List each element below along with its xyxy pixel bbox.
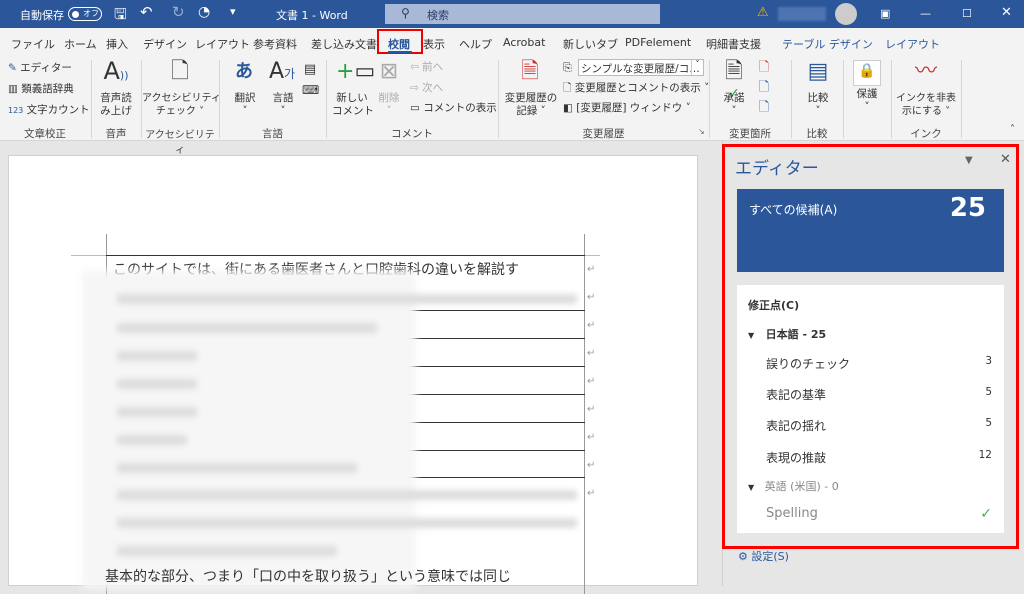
tab-file[interactable]: ファイル: [11, 36, 55, 52]
document-title: 文書 1 - Word: [276, 9, 348, 22]
track-changes-icon: 🗎: [521, 59, 539, 84]
reviewing-pane-button[interactable]: ◧ [変更履歴] ウィンドウ ˅: [563, 102, 691, 115]
next-comment-button[interactable]: ⇨ 次へ: [410, 82, 443, 95]
protect-button[interactable]: 保護 ˅: [850, 88, 884, 114]
group-label-speech: 音声: [105, 128, 127, 140]
tab-mailings[interactable]: 差し込み文書: [311, 36, 377, 52]
group-label-language: 言語: [262, 128, 283, 140]
group-label-comments: コメント: [391, 128, 433, 140]
group-label-ink: インク: [910, 128, 942, 140]
delete-comment-icon: ⊠: [379, 59, 399, 84]
read-aloud-icon: A)): [103, 57, 129, 85]
warning-icon[interactable]: ⚠: [757, 5, 769, 20]
settings-link[interactable]: ⚙ 設定(S): [738, 548, 789, 564]
chevron-down-icon: ˅: [691, 60, 703, 75]
search-placeholder: 検索: [427, 9, 449, 22]
translate-icon: あ: [235, 61, 253, 82]
thesaurus-button[interactable]: ▥ 類義語辞典: [8, 83, 74, 96]
protect-icon: 🔒: [853, 60, 881, 86]
editor-icon: ✎: [8, 62, 17, 74]
editor-button[interactable]: ✎ エディター: [8, 62, 72, 75]
word-count-button[interactable]: 123 文字カウント: [8, 104, 90, 117]
reject-icon[interactable]: 🗋: [756, 58, 772, 78]
accessibility-check-icon: 🗋: [171, 59, 189, 84]
avatar[interactable]: [835, 3, 857, 25]
dialog-launcher-icon[interactable]: ↘: [698, 127, 705, 136]
tab-specification[interactable]: 明細書支援: [706, 36, 761, 52]
book-icon: ▥: [8, 83, 18, 95]
ribbon: ✎ エディター ▥ 類義語辞典 123 文字カウント 文章校正 A)) 音声読み…: [0, 56, 1024, 156]
close-icon[interactable]: ✕: [1001, 5, 1012, 20]
search-box[interactable]: ⚲ 検索: [385, 4, 660, 24]
group-label-tracking: 変更履歴: [582, 128, 625, 140]
read-aloud-button[interactable]: 音声読 み上げ: [94, 92, 138, 118]
customize-qat-icon[interactable]: ▾: [230, 5, 236, 18]
minimize-icon[interactable]: —: [920, 7, 931, 20]
comment-icon: ▭: [410, 102, 420, 114]
tab-table-layout[interactable]: レイアウト: [885, 36, 940, 52]
tab-view[interactable]: 表示: [423, 36, 445, 52]
palette-icon[interactable]: ◔: [198, 4, 210, 20]
tab-design[interactable]: デザイン: [143, 36, 187, 52]
autosave-toggle[interactable]: オフ: [68, 7, 102, 21]
highlight-box: [722, 144, 1019, 549]
tab-help[interactable]: ヘルプ: [459, 36, 492, 52]
hide-ink-icon: 〰: [914, 59, 937, 84]
group-label-compare: 比較: [806, 128, 828, 140]
maximize-icon[interactable]: ☐: [962, 7, 972, 20]
ribbon-display-icon[interactable]: ▣: [880, 7, 890, 20]
markup-select[interactable]: シンプルな変更履歴/コ… ˅: [578, 59, 704, 76]
title-bar: 自動保存 オフ 🖫 ↶ ↻ ◔ ▾ 文書 1 - Word ⚲ 検索 ⚠ ▣ — …: [0, 0, 1024, 28]
account-name-blurred: [778, 7, 826, 21]
group-label-accessibility: アクセシビリティ: [145, 130, 215, 156]
keyboard-icon[interactable]: ⌨: [302, 80, 319, 100]
tab-pdfelement[interactable]: PDFelement: [625, 36, 691, 49]
redo-icon[interactable]: ↻: [172, 3, 185, 21]
previous-change-icon[interactable]: 🗋: [756, 78, 772, 98]
delete-comment-button[interactable]: 削除 ˅: [374, 92, 404, 118]
document-check-icon[interactable]: ▤: [302, 60, 318, 80]
autosave-label: 自動保存: [20, 9, 64, 22]
document-page[interactable]: このサイトでは、街にある歯医者さんと口腔歯科の違いを解説す 基本的な部分、つまり…: [8, 155, 698, 594]
translate-button[interactable]: 翻訳 ˅: [228, 92, 262, 118]
accessibility-check-button[interactable]: アクセシビリティ チェック ˅: [142, 92, 221, 118]
tab-acrobat[interactable]: Acrobat: [503, 36, 545, 49]
word-count-icon: 123: [8, 106, 24, 115]
language-button[interactable]: 言語 ˅: [266, 92, 300, 118]
vertical-scrollbar[interactable]: [700, 141, 720, 586]
show-comments-button[interactable]: ▭ コメントの表示: [410, 102, 497, 115]
document-last-line: 基本的な部分、つまり「口の中を取り扱う」という意味では同じ: [105, 569, 511, 585]
track-changes-button[interactable]: 変更履歴の 記録 ˅: [502, 92, 560, 118]
markup-icon: ⎘: [563, 61, 572, 74]
hide-ink-button[interactable]: インクを非表 示にする ˅: [894, 92, 958, 118]
selected-tab-underline: [388, 51, 412, 53]
tab-references[interactable]: 参考資料: [253, 36, 297, 52]
save-icon[interactable]: 🖫: [114, 4, 127, 29]
language-icon: A가: [268, 59, 296, 84]
next-change-icon[interactable]: 🗋: [756, 98, 772, 118]
tab-insert[interactable]: 挿入: [106, 36, 128, 52]
tab-table-design[interactable]: テーブル デザイン: [782, 36, 873, 52]
group-label-proofing: 文章校正: [24, 128, 66, 140]
tab-layout[interactable]: レイアウト: [195, 36, 250, 52]
compare-icon: ▤: [807, 59, 829, 84]
new-comment-button[interactable]: 新しい コメント: [332, 92, 374, 118]
previous-comment-button[interactable]: ⇦ 前へ: [410, 61, 443, 74]
group-label-changes: 変更箇所: [729, 128, 771, 140]
compare-button[interactable]: 比較 ˅: [800, 92, 836, 118]
gear-icon: ⚙: [738, 550, 748, 563]
undo-icon[interactable]: ↶: [140, 3, 153, 21]
blurred-content: [82, 271, 416, 589]
collapse-ribbon-icon[interactable]: ˄: [1010, 124, 1015, 135]
tab-new[interactable]: 新しいタブ: [563, 36, 618, 52]
show-markup-button[interactable]: 🗋 変更履歴とコメントの表示 ˅: [563, 82, 709, 95]
new-comment-icon: +▭: [336, 59, 376, 84]
accept-button[interactable]: 承諾 ˅: [718, 92, 750, 118]
search-icon: ⚲: [401, 6, 410, 20]
ribbon-tabs: ファイル ホーム 挿入 デザイン レイアウト 参考資料 差し込み文書 校閲 表示…: [0, 28, 1024, 80]
tab-home[interactable]: ホーム: [64, 36, 97, 52]
